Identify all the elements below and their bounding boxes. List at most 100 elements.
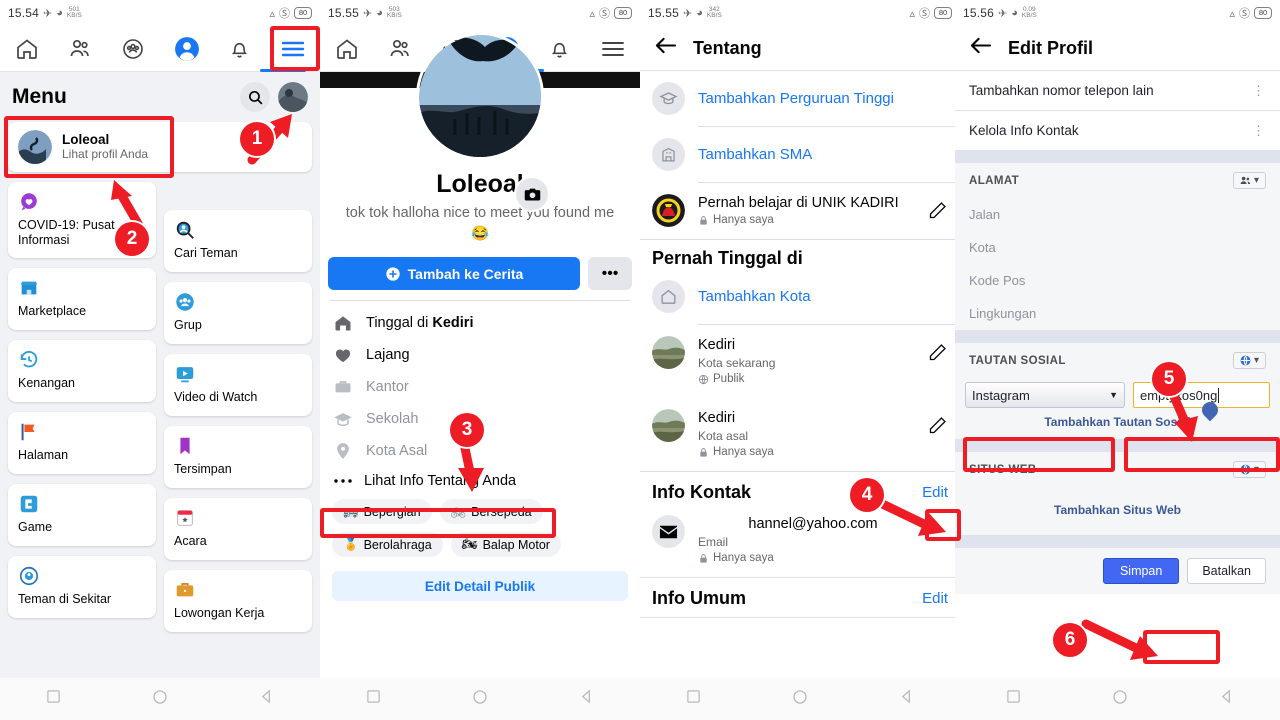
manage-contact-info-row[interactable]: Kelola Info Kontak ⋮ xyxy=(955,111,1280,150)
edit-pencil-icon[interactable] xyxy=(927,409,948,441)
add-to-story-button[interactable]: Tambah ke Cerita xyxy=(328,257,580,290)
sidebar-item-find-friends[interactable]: Cari Teman xyxy=(164,210,312,272)
home-circle-icon[interactable] xyxy=(792,689,808,710)
about-entry-privacy: Publik xyxy=(698,372,914,387)
edit-pencil-icon[interactable] xyxy=(927,194,948,226)
home-tab[interactable] xyxy=(5,29,49,69)
globe-audience-icon[interactable]: ▾ xyxy=(1232,352,1266,369)
notifications-tab[interactable] xyxy=(218,29,262,69)
email-icon xyxy=(652,515,685,548)
about-entry-current-city[interactable]: Kediri Kota sekarang Publik xyxy=(640,325,960,398)
phone-panel-edit-profile: 15.56 ✈ ◕ 0.09 KB/S ▵ Ⓢ 80 Edit Profil T… xyxy=(955,0,1280,720)
sidebar-item-marketplace[interactable]: Marketplace xyxy=(8,268,156,330)
section-band xyxy=(955,439,1280,452)
sidebar-item-pages[interactable]: Halaman xyxy=(8,412,156,474)
chip-bersepeda[interactable]: 🚲 Bersepeda xyxy=(439,499,543,524)
about-entry-hometown[interactable]: Kediri Kota asal Hanya saya xyxy=(640,398,960,471)
chip-berolahraga[interactable]: 🏅 Berolahraga xyxy=(332,532,443,557)
about-add-college-row[interactable]: Tambahkan Perguruan Tinggi xyxy=(640,71,960,126)
detail-row-lives-in[interactable]: Tinggal di Kediri xyxy=(320,307,640,339)
sidebar-item-nearby-friends[interactable]: Teman di Sekitar xyxy=(8,556,156,618)
sidebar-item-events[interactable]: Acara xyxy=(164,498,312,560)
neighborhood-field[interactable]: Lingkungan xyxy=(955,297,1280,330)
add-other-phone-row[interactable]: Tambahkan nomor telepon lain ⋮ xyxy=(955,71,1280,110)
home-tab[interactable] xyxy=(325,29,369,69)
menu-tab[interactable] xyxy=(271,29,315,69)
home-circle-icon[interactable] xyxy=(472,689,488,710)
detail-row-relationship[interactable]: Lajang xyxy=(320,339,640,371)
kediri-photo xyxy=(652,409,685,442)
social-platform-select[interactable]: Instagram ▼ xyxy=(965,382,1125,408)
profile-tab[interactable] xyxy=(165,29,209,69)
detail-row-work[interactable]: Kantor xyxy=(320,371,640,403)
sidebar-item-saved[interactable]: Tersimpan xyxy=(164,426,312,488)
street-field[interactable]: Jalan xyxy=(955,198,1280,231)
sidebar-item-memories[interactable]: Kenangan xyxy=(8,340,156,402)
home-circle-icon[interactable] xyxy=(152,689,168,710)
profile-more-button[interactable]: ••• xyxy=(588,257,632,290)
globe-audience-icon[interactable]: ▾ xyxy=(1232,461,1266,478)
back-triangle-icon[interactable] xyxy=(1219,689,1234,709)
sidebar-item-groups[interactable]: Grup xyxy=(164,282,312,344)
sidebar-item-label: Cari Teman xyxy=(174,246,238,260)
groups-icon xyxy=(174,291,302,313)
tab-active-underline xyxy=(260,69,306,72)
search-icon[interactable] xyxy=(240,82,270,112)
sidebar-item-watch[interactable]: Video di Watch xyxy=(164,354,312,416)
recents-square-icon[interactable] xyxy=(686,689,701,709)
about-entry-unik-kadiri[interactable]: Pernah belajar di UNIK KADIRI Hanya saya xyxy=(640,183,960,239)
back-triangle-icon[interactable] xyxy=(899,689,914,709)
edit-pencil-icon[interactable] xyxy=(927,336,948,368)
motorcycle-emoji-icon: 🏍 xyxy=(461,537,478,551)
phone-panel-menu: 15.54 ✈ ◕ 501 KB/S ▵ Ⓢ 80 Menu Loleoal L… xyxy=(0,0,320,720)
save-button[interactable]: Simpan xyxy=(1102,558,1180,584)
recents-square-icon[interactable] xyxy=(1006,689,1021,709)
menu-tab[interactable] xyxy=(591,29,635,69)
avatar[interactable] xyxy=(278,82,308,112)
cancel-button[interactable]: Batalkan xyxy=(1187,558,1266,584)
about-add-city-row[interactable]: Tambahkan Kota xyxy=(640,269,960,324)
net-unit: KB/S xyxy=(66,12,82,19)
vertical-dots-icon[interactable]: ⋮ xyxy=(1252,84,1266,97)
section-contact-header: Info Kontak Edit xyxy=(640,472,960,511)
friends-tab[interactable] xyxy=(58,29,102,69)
detail-row-hometown[interactable]: Kota Asal xyxy=(320,435,640,467)
back-arrow-icon[interactable] xyxy=(654,36,677,60)
see-about-you-button[interactable]: Lihat Info Tentang Anda xyxy=(320,467,640,495)
recents-square-icon[interactable] xyxy=(46,689,61,709)
friends-tab[interactable] xyxy=(378,29,422,69)
sidebar-item-game[interactable]: Game xyxy=(8,484,156,546)
add-website-button[interactable]: Tambahkan Situs Web xyxy=(955,487,1280,535)
chip-balap-motor[interactable]: 🏍 Balap Motor xyxy=(450,532,561,557)
sidebar-item-jobs[interactable]: Lowongan Kerja xyxy=(164,570,312,632)
back-triangle-icon[interactable] xyxy=(579,689,594,709)
sidebar-item-profile[interactable]: Loleoal Lihat profil Anda xyxy=(8,122,312,172)
notifications-tab[interactable] xyxy=(538,29,582,69)
contact-email-row[interactable]: hannel@yahoo.com Email Hanya saya xyxy=(640,511,960,577)
recents-square-icon[interactable] xyxy=(366,689,381,709)
home-circle-icon[interactable] xyxy=(1112,689,1128,710)
people-audience-icon[interactable]: ▾ xyxy=(1232,172,1266,189)
groups-tab[interactable] xyxy=(111,29,155,69)
add-social-link-button[interactable]: Tambahkan Tautan Sosial xyxy=(955,408,1280,439)
back-arrow-icon[interactable] xyxy=(969,36,992,60)
zip-field[interactable]: Kode Pos xyxy=(955,264,1280,297)
edit-public-details-button[interactable]: Edit Detail Publik xyxy=(332,571,628,601)
chip-bepergian[interactable]: 🚌 Bepergian xyxy=(332,499,432,524)
back-triangle-icon[interactable] xyxy=(259,689,274,709)
edit-contact-button[interactable]: Edit xyxy=(922,484,948,501)
about-add-highschool-row[interactable]: Tambahkan SMA xyxy=(640,127,960,182)
social-username-input[interactable]: emptykos0ng xyxy=(1133,382,1270,422)
camera-icon[interactable] xyxy=(514,176,550,212)
edit-general-button[interactable]: Edit xyxy=(922,590,948,607)
detail-row-school[interactable]: Sekolah xyxy=(320,403,640,435)
about-link-label: Tambahkan SMA xyxy=(698,146,813,163)
section-title: Info Kontak xyxy=(652,482,751,502)
sidebar-item-covid[interactable]: COVID-19: Pusat Informasi xyxy=(8,182,156,258)
page-title: Tentang xyxy=(693,37,762,58)
profile-photo[interactable] xyxy=(416,32,544,160)
city-field[interactable]: Kota xyxy=(955,231,1280,264)
edit-profile-header: Edit Profil xyxy=(955,26,1280,70)
watch-video-icon xyxy=(174,363,302,385)
vertical-dots-icon[interactable]: ⋮ xyxy=(1252,124,1266,137)
